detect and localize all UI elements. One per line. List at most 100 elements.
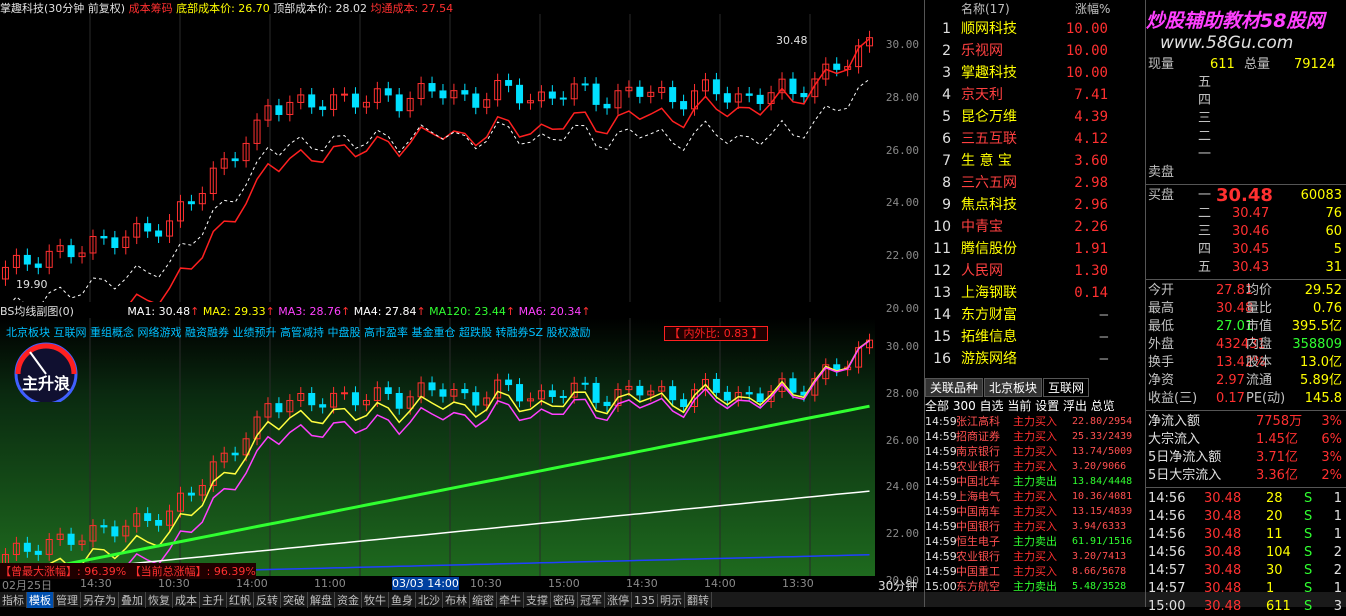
ma120-value: MA120: 23.44 xyxy=(429,305,506,318)
sub-chart-svg[interactable] xyxy=(0,318,875,576)
ma-indicator-bar: BS均线副图(0) MA1: 30.48↑ MA2: 29.33↑ MA3: 2… xyxy=(0,305,591,318)
flow-stock: 上海电气 xyxy=(956,490,1000,503)
flow-subtabs[interactable]: 全部 300 自选 当前 设置 浮出 总览 xyxy=(925,397,1145,413)
sell-level-row[interactable]: 一 xyxy=(1146,146,1346,164)
sell-level-row[interactable]: 五 xyxy=(1146,74,1346,92)
rank-row[interactable]: 13 上海钢联 0.14 xyxy=(925,282,1145,304)
toolbar-tab[interactable]: 主升 xyxy=(200,592,227,608)
toolbar-tab[interactable]: 另存为 xyxy=(81,592,119,608)
candle-body xyxy=(789,378,797,393)
ma-line xyxy=(86,340,870,576)
rank-row[interactable]: 5 昆仑万维 4.39 xyxy=(925,106,1145,128)
flow-time: 14:59 xyxy=(925,535,957,548)
toolbar-tab[interactable]: 牧牛 xyxy=(362,592,389,608)
flow-price: 5.48/3528 xyxy=(1072,581,1127,592)
buy-level-row[interactable]: 五 30.43 31 xyxy=(1146,259,1346,277)
ranking-header: 名称(17) 涨幅% xyxy=(925,0,1145,18)
flow-price: 25.33/2439 xyxy=(1072,431,1133,442)
kline-svg[interactable]: 30.48 19.90 xyxy=(0,14,875,302)
toolbar-tab[interactable]: 恢复 xyxy=(146,592,173,608)
toolbar-tab[interactable]: 涨停 xyxy=(605,592,632,608)
flow-row[interactable]: 14:59 恒生电子 主力卖出 61.91/1516 xyxy=(925,534,1145,549)
flow-row[interactable]: 14:59 南京银行 主力买入 13.74/5009 xyxy=(925,444,1145,459)
fund-row: 5日大宗流入 3.36亿 2% xyxy=(1146,467,1346,485)
buy-price: 30.45 xyxy=(1232,242,1270,257)
candle-body xyxy=(559,395,567,398)
toolbar-tab[interactable]: 模板 xyxy=(27,592,54,608)
toolbar-tab[interactable]: 解盘 xyxy=(308,592,335,608)
rank-row[interactable]: 11 腾信股份 1.91 xyxy=(925,238,1145,260)
toolbar-tab[interactable]: 红帆 xyxy=(227,592,254,608)
flow-row[interactable]: 14:59 中国北车 主力卖出 13.84/4448 xyxy=(925,474,1145,489)
candle-body xyxy=(34,550,42,555)
toolbar-tab[interactable]: 成本 xyxy=(173,592,200,608)
rank-row[interactable]: 6 三五互联 4.12 xyxy=(925,128,1145,150)
rank-row[interactable]: 3 掌趣科技 10.00 xyxy=(925,62,1145,84)
flow-row[interactable]: 14:59 中国银行 主力买入 3.94/6333 xyxy=(925,519,1145,534)
toolbar-tab[interactable]: 牵牛 xyxy=(497,592,524,608)
flow-row[interactable]: 14:59 农业银行 主力买入 3.20/7413 xyxy=(925,549,1145,564)
candle-body xyxy=(505,379,513,386)
flow-row[interactable]: 14:59 张江高科 主力买入 22.80/2954 xyxy=(925,414,1145,429)
rank-row[interactable]: 14 东方财富 – xyxy=(925,304,1145,326)
flow-row[interactable]: 15:00 东方航空 主力卖出 5.48/3528 xyxy=(925,579,1145,594)
candle-body xyxy=(833,364,841,371)
indicator-name[interactable]: BS均线副图(0) xyxy=(0,305,74,318)
sell-level-row[interactable]: 四 xyxy=(1146,92,1346,110)
buy-level-row[interactable]: 二 30.47 76 xyxy=(1146,205,1346,223)
toolbar-tab[interactable]: 密码 xyxy=(551,592,578,608)
toolbar-tab[interactable]: 指标 xyxy=(0,592,27,608)
candle-body xyxy=(308,94,316,108)
rank-row[interactable]: 12 人民网 1.30 xyxy=(925,260,1145,282)
kline-main-chart[interactable]: 30.48 19.90 xyxy=(0,14,875,302)
relation-tab[interactable]: 关联品种 xyxy=(925,378,984,397)
candle-body xyxy=(636,86,644,97)
buy-level-row[interactable]: 四 30.45 5 xyxy=(1146,241,1346,259)
flow-row[interactable]: 14:59 招商证券 主力买入 25.33/2439 xyxy=(925,429,1145,444)
flow-row[interactable]: 14:59 中国南车 主力买入 13.15/4839 xyxy=(925,504,1145,519)
toolbar-tab[interactable]: 支撑 xyxy=(524,592,551,608)
candle-body xyxy=(395,393,403,409)
header-change[interactable]: 涨幅% xyxy=(1075,0,1110,18)
toolbar-tab[interactable]: 资金 xyxy=(335,592,362,608)
rank-row[interactable]: 8 三六五网 2.98 xyxy=(925,172,1145,194)
candle-body xyxy=(680,101,688,110)
toolbar-tab[interactable]: 突破 xyxy=(281,592,308,608)
tick-flag: S xyxy=(1304,509,1313,524)
sell-level: 二 xyxy=(1198,129,1212,144)
buy-level-row[interactable]: 三 30.46 60 xyxy=(1146,223,1346,241)
toolbar-tab[interactable]: 冠军 xyxy=(578,592,605,608)
flow-time: 14:59 xyxy=(925,415,957,428)
flow-row[interactable]: 14:59 农业银行 主力买入 3.20/9066 xyxy=(925,459,1145,474)
rank-row[interactable]: 10 中青宝 2.26 xyxy=(925,216,1145,238)
toolbar-tab[interactable]: 鱼身 xyxy=(389,592,416,608)
toolbar-tab[interactable]: 管理 xyxy=(54,592,81,608)
concept-ticker[interactable]: 北京板块 互联网 重组概念 网络游戏 融资融券 业绩预升 高管减持 中盘股 高市… xyxy=(6,324,666,340)
toolbar-tab[interactable]: 翻转 xyxy=(685,592,712,608)
toolbar-tab[interactable]: 布林 xyxy=(443,592,470,608)
rank-row[interactable]: 15 拓维信息 – xyxy=(925,326,1145,348)
sell-level-row[interactable]: 二 xyxy=(1146,128,1346,146)
toolbar-tab[interactable]: 反转 xyxy=(254,592,281,608)
toolbar-tab[interactable]: 北沙 xyxy=(416,592,443,608)
toolbar-tab[interactable]: 缩密 xyxy=(470,592,497,608)
rank-row[interactable]: 1 顺网科技 10.00 xyxy=(925,18,1145,40)
flow-row[interactable]: 14:59 上海电气 主力买入 10.36/4081 xyxy=(925,489,1145,504)
rank-row[interactable]: 9 焦点科技 2.96 xyxy=(925,194,1145,216)
toolbar-tab[interactable]: 叠加 xyxy=(119,592,146,608)
sell-level-row[interactable]: 三 xyxy=(1146,110,1346,128)
bs-ma-sub-chart[interactable] xyxy=(0,318,875,576)
stat-value: 0.76 xyxy=(1313,301,1342,316)
relation-tab[interactable]: 北京板块 xyxy=(984,378,1043,397)
rank-row[interactable]: 4 京天利 7.41 xyxy=(925,84,1145,106)
toolbar-tab[interactable]: 明示 xyxy=(658,592,685,608)
relation-tab[interactable]: 互联网 xyxy=(1043,378,1090,397)
flow-row[interactable]: 14:59 中国重工 主力买入 8.66/5678 xyxy=(925,564,1145,579)
buy-level-row[interactable]: 买盘 一 30.48 60083 xyxy=(1146,187,1346,205)
rank-row[interactable]: 16 游族网络 – xyxy=(925,348,1145,370)
toolbar-tab[interactable]: 135 xyxy=(632,594,658,607)
header-name[interactable]: 名称(17) xyxy=(961,0,1010,18)
rank-row[interactable]: 7 生 意 宝 3.60 xyxy=(925,150,1145,172)
rank-row[interactable]: 2 乐视网 10.00 xyxy=(925,40,1145,62)
current-vol: 611 xyxy=(1210,57,1235,72)
